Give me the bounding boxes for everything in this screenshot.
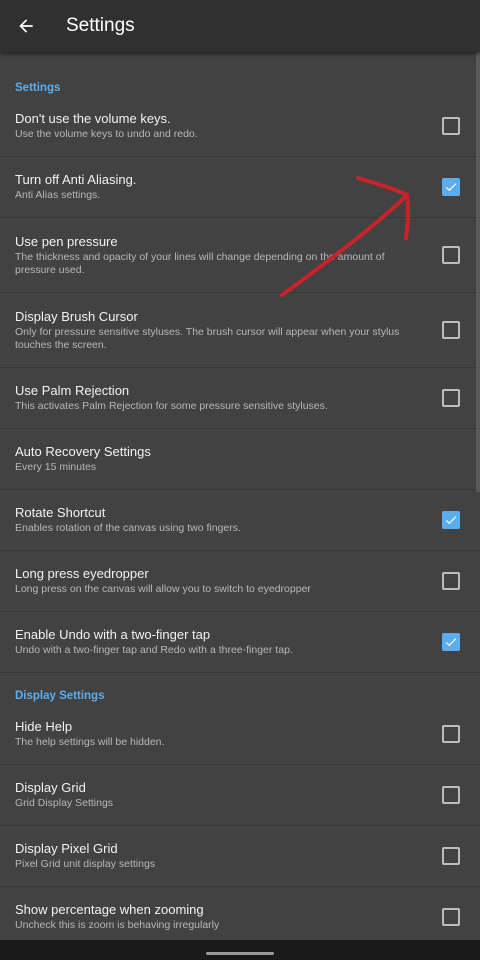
setting-hide-help[interactable]: Hide Help The help settings will be hidd… [0, 704, 480, 765]
setting-subtitle: Grid Display Settings [15, 797, 114, 809]
setting-subtitle: Long press on the canvas will allow you … [15, 583, 311, 595]
setting-title: Display Pixel Grid [15, 841, 118, 856]
setting-title: Auto Recovery Settings [15, 444, 151, 459]
setting-title: Turn off Anti Aliasing. [15, 172, 137, 187]
setting-auto-recovery[interactable]: Auto Recovery Settings Every 15 minutes [0, 429, 480, 490]
system-navigation-bar [0, 940, 480, 960]
setting-title: Use Palm Rejection [15, 383, 130, 398]
setting-title: Display Brush Cursor [15, 308, 138, 324]
setting-long-press-eyedropper[interactable]: Long press eyedropper Long press on the … [0, 551, 480, 612]
setting-subtitle: Use the volume keys to undo and redo. [15, 128, 198, 140]
setting-rotate-shortcut[interactable]: Rotate Shortcut Enables rotation of the … [0, 490, 480, 551]
checkbox[interactable] [442, 786, 460, 804]
setting-subtitle: Enables rotation of the canvas using two… [15, 522, 241, 534]
check-icon [445, 638, 457, 647]
back-button[interactable] [0, 0, 52, 52]
setting-volume-keys[interactable]: Don't use the volume keys. Use the volum… [0, 96, 480, 157]
checkbox[interactable] [442, 572, 460, 590]
setting-subtitle: Only for pressure sensitive styluses. Th… [15, 325, 400, 351]
setting-display-grid[interactable]: Display Grid Grid Display Settings [0, 765, 480, 826]
arrow-back-icon [19, 19, 33, 33]
check-icon [445, 183, 457, 192]
settings-list: Settings Don't use the volume keys. Use … [0, 52, 480, 948]
checkbox[interactable] [442, 246, 460, 264]
setting-subtitle: Anti Alias settings. [15, 189, 101, 201]
checkbox[interactable] [442, 178, 460, 196]
setting-palm-rejection[interactable]: Use Palm Rejection This activates Palm R… [0, 368, 480, 429]
setting-anti-aliasing[interactable]: Turn off Anti Aliasing. Anti Alias setti… [0, 157, 480, 218]
checkbox[interactable] [442, 117, 460, 135]
checkbox[interactable] [442, 633, 460, 651]
setting-title: Display Grid [15, 780, 86, 795]
app-bar: Settings [0, 0, 480, 52]
setting-subtitle: Uncheck this is zoom is behaving irregul… [15, 919, 220, 931]
setting-title: Hide Help [15, 719, 73, 734]
setting-brush-cursor[interactable]: Display Brush Cursor Only for pressure s… [0, 293, 480, 368]
setting-subtitle: The thickness and opacity of your lines … [15, 250, 385, 276]
checkbox[interactable] [442, 847, 460, 865]
setting-title: Show percentage when zooming [15, 902, 204, 917]
setting-subtitle: Pixel Grid unit display settings [15, 858, 156, 870]
setting-subtitle: Every 15 minutes [15, 461, 97, 473]
setting-title: Use pen pressure [15, 233, 118, 249]
checkbox[interactable] [442, 511, 460, 529]
home-handle[interactable] [206, 952, 274, 955]
section-header-display-settings: Display Settings [15, 690, 105, 702]
setting-pen-pressure[interactable]: Use pen pressure The thickness and opaci… [0, 218, 480, 293]
setting-title: Long press eyedropper [15, 566, 149, 581]
checkbox[interactable] [442, 321, 460, 339]
checkbox[interactable] [442, 389, 460, 407]
checkbox[interactable] [442, 908, 460, 926]
setting-title: Enable Undo with a two-finger tap [15, 627, 211, 642]
setting-two-finger-undo[interactable]: Enable Undo with a two-finger tap Undo w… [0, 612, 480, 673]
setting-title: Rotate Shortcut [15, 505, 106, 520]
page-title: Settings [66, 15, 135, 36]
setting-display-pixel-grid[interactable]: Display Pixel Grid Pixel Grid unit displ… [0, 826, 480, 887]
checkbox[interactable] [442, 725, 460, 743]
setting-subtitle: This activates Palm Rejection for some p… [15, 400, 328, 412]
setting-title: Don't use the volume keys. [15, 111, 171, 126]
setting-subtitle: Undo with a two-finger tap and Redo with… [15, 644, 293, 656]
setting-zoom-percentage[interactable]: Show percentage when zooming Uncheck thi… [0, 887, 480, 948]
setting-subtitle: The help settings will be hidden. [15, 736, 165, 748]
scrollbar[interactable] [476, 52, 480, 492]
check-icon [445, 516, 457, 525]
section-header-settings: Settings [15, 82, 61, 94]
